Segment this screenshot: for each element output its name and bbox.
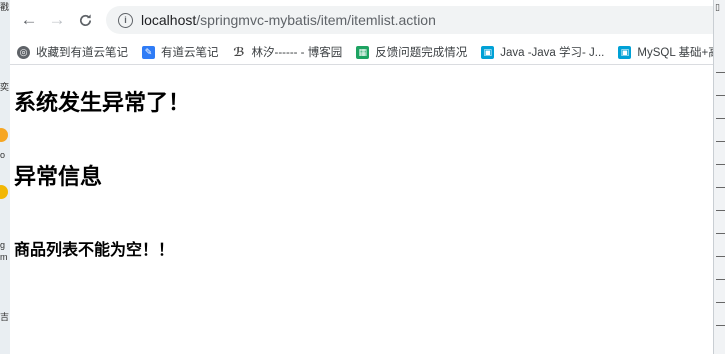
url-text[interactable]: localhost/springmvc-mybatis/item/itemlis… xyxy=(141,12,436,28)
desktop-label: 吉 xyxy=(0,312,10,322)
back-button[interactable]: ← xyxy=(18,9,40,31)
forward-button[interactable]: → xyxy=(46,9,68,31)
desktop-label: 奕 xyxy=(0,82,10,92)
desktop-label: 戳 xyxy=(0,2,10,12)
page-title: 系统发生异常了！ xyxy=(14,90,191,115)
bookmark-label: 有道云笔记 xyxy=(161,47,219,59)
list-marker xyxy=(716,141,725,142)
bookmark-item[interactable]: ▣ Java -Java 学习- J... xyxy=(474,40,611,64)
desktop-label: m xyxy=(0,252,8,262)
browser-window: ← → i localhost/springmvc-mybatis/item/i… xyxy=(10,0,713,354)
list-marker xyxy=(716,210,725,211)
bookmark-label: 林汐------ - 博客园 xyxy=(251,47,343,59)
bookmark-item[interactable]: ▦ 反馈问题完成情况 xyxy=(349,40,474,64)
list-marker xyxy=(716,279,725,280)
sheet-icon: ▦ xyxy=(356,45,370,59)
list-marker xyxy=(716,95,725,96)
bookmark-label: Java -Java 学习- J... xyxy=(500,47,605,59)
url-host: localhost xyxy=(141,12,197,28)
bilibili-icon: ▣ xyxy=(618,45,632,59)
bookmarks-bar: ◎ 收藏到有道云笔记 ✎ 有道云笔记 ℬ 林汐------ - 博客园 ▦ 反馈… xyxy=(10,40,713,65)
bookmark-label: 反馈问题完成情况 xyxy=(375,47,468,59)
window-frame-icon: ▯ xyxy=(715,2,720,12)
info-icon[interactable]: i xyxy=(118,12,133,28)
bookmark-item[interactable]: ℬ 林汐------ - 博客园 xyxy=(226,40,350,64)
list-marker xyxy=(716,256,725,257)
bookmark-item[interactable]: ✎ 有道云笔记 xyxy=(135,40,226,64)
list-marker xyxy=(716,118,725,119)
reload-icon xyxy=(79,13,91,26)
page-content: 系统发生异常了！ 异常信息 商品列表不能为空！！ xyxy=(10,85,713,260)
arrow-right-icon: → xyxy=(48,10,66,29)
browser-toolbar: ← → i localhost/springmvc-mybatis/item/i… xyxy=(10,0,713,40)
arrow-left-icon: ← xyxy=(20,10,38,29)
list-marker xyxy=(716,302,725,303)
error-heading: 异常信息 xyxy=(14,164,103,189)
bookmark-item[interactable]: ◎ 收藏到有道云笔记 xyxy=(10,40,135,64)
bookmark-label: 收藏到有道云笔记 xyxy=(36,47,128,59)
list-marker xyxy=(716,325,725,326)
list-marker xyxy=(716,164,725,165)
desktop-label: g xyxy=(0,240,6,250)
reload-button[interactable] xyxy=(74,9,96,31)
blog-icon: ℬ xyxy=(233,45,245,59)
desktop-label: o xyxy=(0,150,6,160)
list-marker xyxy=(716,187,725,188)
list-marker xyxy=(716,72,725,73)
globe-icon: ◎ xyxy=(17,45,30,59)
desktop-right-strip: ▯ xyxy=(713,0,725,354)
address-bar[interactable]: i localhost/springmvc-mybatis/item/iteml… xyxy=(106,6,713,34)
bookmark-label: MySQL 基础+高级 xyxy=(637,47,713,59)
desktop-app-icon[interactable] xyxy=(0,185,8,199)
error-message: 商品列表不能为空！！ xyxy=(14,242,175,259)
list-marker xyxy=(716,233,725,234)
note-icon: ✎ xyxy=(142,45,155,59)
desktop-app-icon[interactable] xyxy=(0,128,8,142)
bilibili-icon: ▣ xyxy=(481,45,495,59)
url-path: /springmvc-mybatis/item/itemlist.action xyxy=(196,12,436,28)
bookmark-item[interactable]: ▣ MySQL 基础+高级 xyxy=(611,40,713,64)
